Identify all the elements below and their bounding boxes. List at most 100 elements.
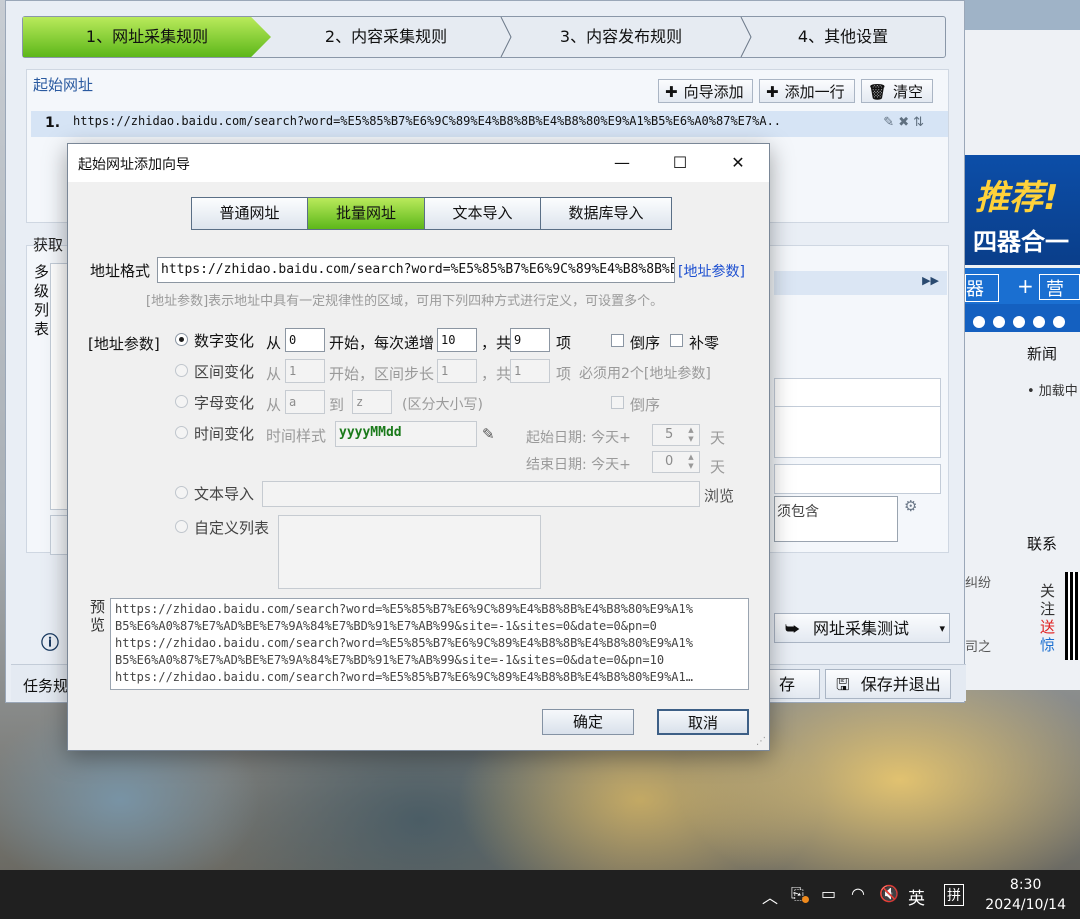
contains-input[interactable]: 须包含: [774, 496, 898, 542]
save-exit-button[interactable]: 🖫 保存并退出: [825, 669, 951, 699]
spin-down-icon[interactable]: ▼: [685, 435, 697, 443]
tab-batch-url[interactable]: 批量网址: [308, 198, 425, 229]
move-up-down-icon[interactable]: ⇅: [913, 115, 928, 130]
start-url-text: https://zhidao.baidu.com/search?word=%E5…: [73, 114, 782, 128]
info-icon[interactable]: ⓘ: [41, 629, 59, 655]
range-step-input[interactable]: 1: [437, 359, 477, 383]
text-import-label: 文本导入: [194, 485, 255, 503]
letter-radio[interactable]: [175, 395, 188, 408]
ime-mode[interactable]: 拼: [944, 884, 964, 906]
range-label: 区间变化: [194, 363, 255, 381]
spin-up-icon[interactable]: ▲: [685, 453, 697, 461]
add-row-label: 添加一行: [784, 83, 845, 101]
letter-to-input[interactable]: z: [352, 390, 392, 414]
expand-icon[interactable]: ▶▶: [922, 274, 939, 287]
resize-grip-icon[interactable]: ⋰: [756, 736, 766, 747]
show-hidden-icons-icon[interactable]: ︿: [762, 884, 778, 908]
range-unit: 项: [556, 365, 572, 383]
step-content-rules[interactable]: 2、内容采集规则: [271, 17, 501, 57]
tray-badge-icon: [802, 896, 809, 903]
minimize-icon[interactable]: —: [602, 150, 642, 176]
letter-to-label: 到: [329, 396, 345, 414]
cancel-button[interactable]: 取消: [657, 709, 749, 735]
test-icon: ⮩: [785, 619, 800, 638]
text-import-input[interactable]: [262, 481, 700, 507]
row-actions: ✎✖⇅: [883, 115, 928, 130]
carousel-dots: [965, 304, 1080, 332]
grid-cell: [774, 406, 941, 458]
end-date-label: 结束日期: 今天+: [526, 457, 631, 473]
clock[interactable]: 8:30 2024/10/14: [985, 875, 1066, 915]
clear-button[interactable]: 🗑 清空: [861, 79, 933, 103]
follow-text-1: 关注: [1040, 582, 1056, 618]
wifi-icon[interactable]: ◠: [851, 884, 865, 903]
close-icon[interactable]: ✕: [718, 150, 758, 176]
start-url-row[interactable]: 1. https://zhidao.baidu.com/search?word=…: [31, 111, 948, 137]
end-date-spinner[interactable]: 0 ▲ ▼: [652, 451, 700, 473]
ime-language[interactable]: 英: [908, 884, 925, 909]
gear-icon[interactable]: ⚙: [904, 497, 917, 515]
numeric-step-input[interactable]: 10: [437, 328, 477, 352]
carousel-dot[interactable]: [1053, 316, 1065, 328]
start-date-value: 5: [665, 427, 674, 442]
custom-list-radio[interactable]: [175, 520, 188, 533]
browse-button[interactable]: 浏览: [704, 485, 734, 506]
range-radio[interactable]: [175, 364, 188, 377]
save-label: 存: [779, 675, 796, 694]
add-row-button[interactable]: ✚ 添加一行: [759, 79, 855, 103]
edit-icon[interactable]: ✎: [883, 115, 898, 130]
wizard-add-button[interactable]: ✚ 向导添加: [658, 79, 753, 103]
numeric-total-label: ，共: [481, 334, 512, 352]
wizard-tabs: 普通网址 批量网址 文本导入 数据库导入: [191, 197, 672, 230]
ok-button[interactable]: 确定: [542, 709, 634, 735]
numeric-reverse-checkbox[interactable]: [611, 334, 624, 347]
plus-icon: ✚: [766, 83, 779, 101]
browser-nav-item-2[interactable]: 营: [1039, 274, 1080, 300]
range-from-label: 从: [266, 365, 282, 383]
carousel-dot[interactable]: [1033, 316, 1045, 328]
step-publish-rules[interactable]: 3、内容发布规则: [501, 17, 741, 57]
start-date-spinner[interactable]: 5 ▲ ▼: [652, 424, 700, 446]
step-other-settings[interactable]: 4、其他设置: [741, 17, 945, 57]
zero-pad-checkbox[interactable]: [670, 334, 683, 347]
browser-top-strip: [965, 0, 1080, 30]
step-url-rules[interactable]: 1、网址采集规则: [23, 17, 271, 57]
numeric-radio[interactable]: [175, 333, 188, 346]
time-style-label: 时间样式: [266, 427, 327, 445]
time-style-input[interactable]: yyyyMMdd: [335, 421, 477, 447]
step-separator-icon: [740, 17, 752, 57]
save-button[interactable]: 存: [768, 669, 820, 699]
carousel-dot[interactable]: [1013, 316, 1025, 328]
clear-label: 清空: [893, 83, 924, 101]
spin-up-icon[interactable]: ▲: [685, 426, 697, 434]
spin-down-icon[interactable]: ▼: [685, 462, 697, 470]
letter-from-input[interactable]: a: [285, 390, 325, 414]
tab-normal-url[interactable]: 普通网址: [192, 198, 308, 229]
browser-nav-plus[interactable]: +: [1017, 274, 1034, 298]
range-from-input[interactable]: 1: [285, 359, 325, 383]
pencil-icon[interactable]: ✎: [482, 425, 495, 443]
banner-text-4in1: 四器合一: [973, 228, 1069, 256]
numeric-count-input[interactable]: 9: [510, 328, 550, 352]
custom-list-textarea[interactable]: [278, 515, 541, 589]
side-text-company: 司之: [965, 640, 992, 655]
delete-icon[interactable]: ✖: [898, 115, 913, 130]
letter-reverse-checkbox[interactable]: [611, 396, 624, 409]
numeric-from-input[interactable]: 0: [285, 328, 325, 352]
carousel-dot[interactable]: [993, 316, 1005, 328]
range-count-input[interactable]: 1: [510, 359, 550, 383]
text-import-radio[interactable]: [175, 486, 188, 499]
url-format-input[interactable]: https://zhidao.baidu.com/search?word=%E5…: [157, 257, 675, 283]
time-radio[interactable]: [175, 426, 188, 439]
numeric-from-label: 从: [266, 334, 282, 352]
browser-nav-item-1[interactable]: 器: [965, 274, 999, 302]
carousel-dot[interactable]: [973, 316, 985, 328]
maximize-icon[interactable]: ☐: [660, 150, 700, 176]
url-test-button[interactable]: ⮩ 网址采集测试 ▾: [774, 613, 950, 643]
battery-icon[interactable]: ▭: [821, 884, 836, 903]
address-param-link[interactable]: [地址参数]: [678, 261, 745, 281]
volume-muted-icon[interactable]: 🔇: [879, 884, 899, 903]
tab-database-import[interactable]: 数据库导入: [541, 198, 671, 229]
tab-text-import[interactable]: 文本导入: [425, 198, 541, 229]
dialog-title: 起始网址添加向导: [78, 157, 190, 173]
